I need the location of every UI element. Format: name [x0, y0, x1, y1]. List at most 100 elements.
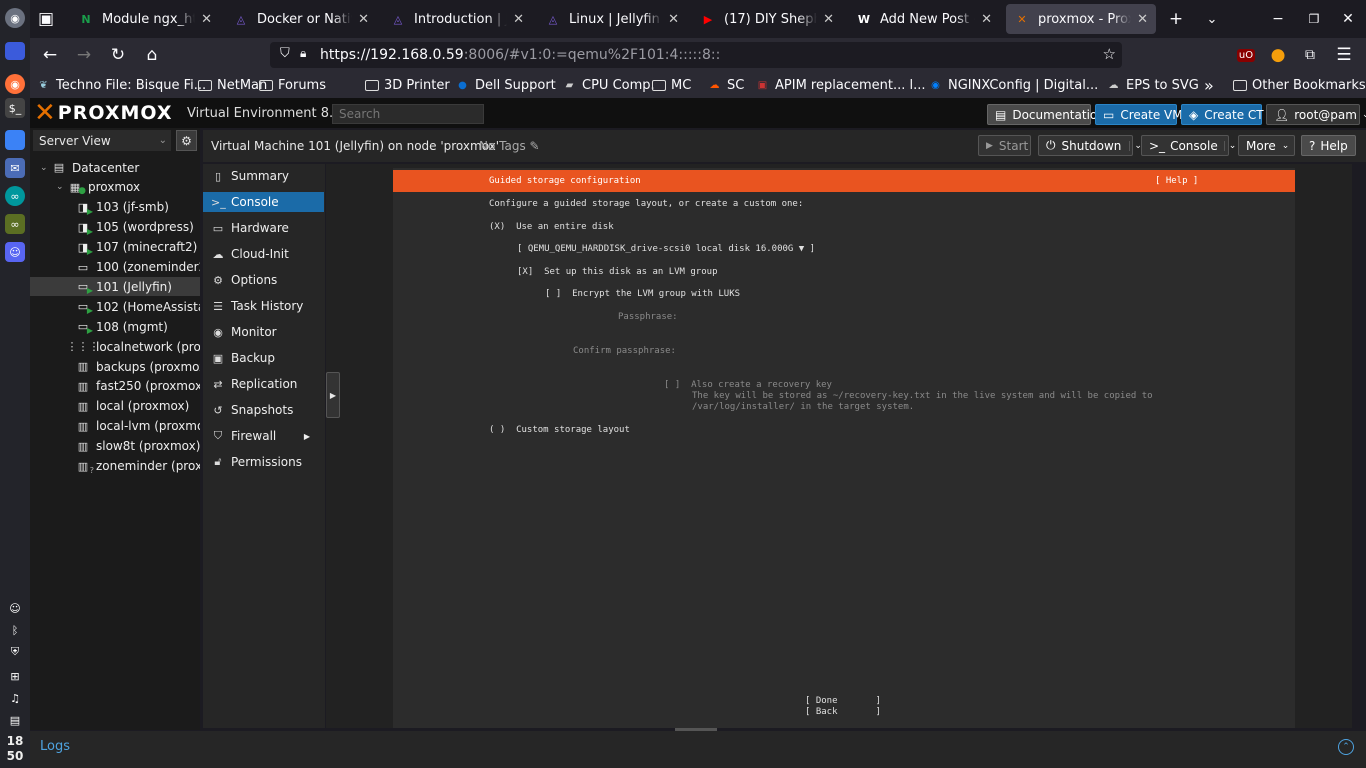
- submenu-permissions[interactable]: 🔓︎ Permissions: [203, 452, 324, 472]
- installer-help-button[interactable]: [ Help ]: [1155, 176, 1198, 186]
- start-button[interactable]: ▶ Start: [978, 135, 1031, 156]
- lock-icon[interactable]: 🔒︎: [300, 46, 306, 61]
- tree-item[interactable]: ◨ ▶ 103 (jf-smb): [30, 198, 200, 217]
- forward-icon[interactable]: →: [72, 43, 96, 67]
- mail-icon[interactable]: ✉: [5, 158, 25, 178]
- terminal-icon[interactable]: $_: [5, 98, 25, 118]
- close-tab-icon[interactable]: ✕: [358, 12, 369, 27]
- bluetooth-icon[interactable]: ᛒ: [5, 620, 25, 640]
- tree-item[interactable]: ◨ ▶ 107 (minecraft2): [30, 238, 200, 257]
- discord-icon[interactable]: ☺: [5, 242, 25, 262]
- submenu-replication[interactable]: ⇄ Replication: [203, 374, 324, 394]
- bookmark-folder[interactable]: 3D Printer: [365, 76, 450, 94]
- close-tab-icon[interactable]: ✕: [823, 12, 834, 27]
- submenu-snapshots[interactable]: ↺ Snapshots: [203, 400, 324, 420]
- shutdown-button[interactable]: ⏻ Shutdown ⌄: [1038, 135, 1142, 156]
- use-entire-disk-option[interactable]: (X) Use an entire disk: [489, 222, 614, 232]
- menu-icon[interactable]: ☰: [1332, 43, 1356, 67]
- close-tab-icon[interactable]: ✕: [1137, 12, 1148, 27]
- firefox-icon[interactable]: ◉: [5, 74, 25, 94]
- browser-tab[interactable]: ◬ Linux | Jellyfin ✕: [537, 4, 687, 34]
- maximize-icon[interactable]: ❐: [1302, 7, 1326, 31]
- close-tab-icon[interactable]: ✕: [981, 12, 992, 27]
- confirm-passphrase-field[interactable]: Confirm passphrase:: [573, 346, 676, 356]
- bookmark-dell[interactable]: ● Dell Support: [455, 76, 556, 94]
- browser-tab[interactable]: ▶ (17) DIY Shephe ✕: [692, 4, 842, 34]
- tree-item[interactable]: ⌄ ▦ ● proxmox: [30, 178, 200, 197]
- proxmox-logo[interactable]: ✕ PROXMOX: [34, 100, 173, 126]
- browser-tab[interactable]: ✕ proxmox - Proxm ✕: [1006, 4, 1156, 34]
- submenu-options[interactable]: ⚙ Options: [203, 270, 324, 290]
- tab-overflow-icon[interactable]: ⌄: [1200, 7, 1224, 31]
- close-tab-icon[interactable]: ✕: [513, 12, 524, 27]
- submenu-monitor[interactable]: ◉ Monitor: [203, 322, 324, 342]
- console-button[interactable]: >_ Console ⌄: [1141, 135, 1236, 156]
- browser-tab[interactable]: ◬ Docker or Native ✕: [225, 4, 377, 34]
- tree-item[interactable]: ▭ ▶ 101 (Jellyfin): [30, 277, 200, 297]
- tree-item[interactable]: ▥ fast250 (proxmox): [30, 377, 200, 396]
- submenu-firewall[interactable]: ⛉ Firewall ▶: [203, 426, 324, 446]
- ublock-icon[interactable]: uO: [1236, 48, 1256, 62]
- lvm-group-checkbox[interactable]: [X] Set up this disk as an LVM group: [517, 267, 717, 277]
- expand-logs-icon[interactable]: ⌃: [1338, 739, 1354, 755]
- bookmark-folder[interactable]: NetMan: [198, 76, 267, 94]
- bookmark-cpu[interactable]: ▰ CPU Comp.: [562, 76, 655, 94]
- chevron-down-icon[interactable]: ⌄: [56, 182, 66, 192]
- tree-item[interactable]: ▥ backups (proxmox: [30, 357, 200, 376]
- tree-item[interactable]: ▭ 100 (zoneminder2): [30, 258, 200, 277]
- bookmark-folder[interactable]: MC: [652, 76, 691, 94]
- close-tab-icon[interactable]: ✕: [201, 12, 212, 27]
- discord-tray-icon[interactable]: ☺: [5, 598, 25, 618]
- gear-icon[interactable]: ⚙: [176, 130, 197, 151]
- log-panel[interactable]: Logs ⌃: [30, 731, 1366, 768]
- browser-tab[interactable]: ◬ Introduction | Je ✕: [382, 4, 532, 34]
- tree-item[interactable]: ▭ ▶ 102 (HomeAssistar: [30, 297, 200, 316]
- clock[interactable]: 18 50: [0, 734, 30, 764]
- music-icon[interactable]: ♫: [5, 688, 25, 708]
- tree-item[interactable]: ▥?zoneminder (proxm: [30, 457, 200, 476]
- bookmark-apim[interactable]: ▣ APIM replacement... l...: [755, 76, 926, 94]
- reload-icon[interactable]: ↻: [106, 43, 130, 67]
- user-menu-button[interactable]: 👤︎ root@pam ⌄: [1266, 104, 1366, 125]
- tab-list-icon[interactable]: ▣: [34, 7, 58, 31]
- app-icon[interactable]: ∞: [5, 214, 25, 234]
- disk-selector[interactable]: [ QEMU_QEMU_HARDDISK_drive-scsi0 local d…: [517, 244, 815, 254]
- shield-tray-icon[interactable]: ⛨: [5, 642, 25, 662]
- chevron-down-icon[interactable]: ⌄: [40, 163, 50, 173]
- view-selector[interactable]: Server View ⌄: [33, 130, 171, 151]
- recovery-key-checkbox[interactable]: [ ] Also create a recovery key: [664, 380, 832, 390]
- extension-icon[interactable]: ●: [1266, 43, 1290, 67]
- tree-item[interactable]: ▭ ▶ 108 (mgmt): [30, 317, 200, 336]
- submenu-task-history[interactable]: ☰ Task History: [203, 296, 324, 316]
- submenu-cloud-init[interactable]: ☁ Cloud-Init: [203, 244, 324, 264]
- search-input[interactable]: [332, 104, 484, 124]
- browser-tab[interactable]: N Module ngx_http ✕: [70, 4, 220, 34]
- tree-item[interactable]: ◨ ▶ 105 (wordpress): [30, 218, 200, 237]
- home-icon[interactable]: ⌂: [140, 43, 164, 67]
- back-button[interactable]: [ Back ]: [805, 707, 881, 717]
- submenu-console[interactable]: >_ Console: [203, 192, 324, 212]
- back-icon[interactable]: ←: [38, 43, 62, 67]
- files-icon[interactable]: [5, 42, 25, 60]
- create-ct-button[interactable]: ◈ Create CT: [1181, 104, 1264, 125]
- novnc-sidebar-toggle[interactable]: ▶: [326, 372, 340, 418]
- encrypt-luks-checkbox[interactable]: [ ] Encrypt the LVM group with LUKS: [545, 289, 740, 299]
- custom-storage-option[interactable]: ( ) Custom storage layout: [489, 425, 630, 435]
- help-button[interactable]: ? Help: [1301, 135, 1356, 156]
- folder-icon[interactable]: [5, 130, 25, 150]
- extensions-icon[interactable]: ⧉: [1298, 43, 1322, 67]
- bookmark-cloud[interactable]: ☁ EPS to SVG: [1106, 76, 1199, 94]
- create-vm-button[interactable]: ▭ Create VM: [1095, 104, 1183, 125]
- bookmarks-overflow[interactable]: »: [1204, 76, 1214, 95]
- documentation-button[interactable]: ▤ Documentation: [987, 104, 1105, 125]
- bookmark-leaf[interactable]: ❦ Techno File: Bisque Fi...: [36, 76, 206, 94]
- url-bar[interactable]: ⛉ 🔒︎ https://192.168.0.59:8006/#v1:0:=qe…: [270, 42, 1122, 68]
- shield-icon[interactable]: ⛉: [280, 46, 290, 61]
- bookmark-folder[interactable]: Other Bookmarks: [1233, 76, 1366, 94]
- bookmark-star-icon[interactable]: ☆: [1103, 45, 1116, 63]
- submenu-summary[interactable]: ▯ Summary: [203, 166, 324, 186]
- tree-item[interactable]: ▥ local-lvm (proxmox: [30, 417, 200, 436]
- minimize-icon[interactable]: −: [1266, 7, 1290, 31]
- tags-editor[interactable]: No Tags ✎: [479, 139, 540, 153]
- submenu-hardware[interactable]: ▭ Hardware: [203, 218, 324, 238]
